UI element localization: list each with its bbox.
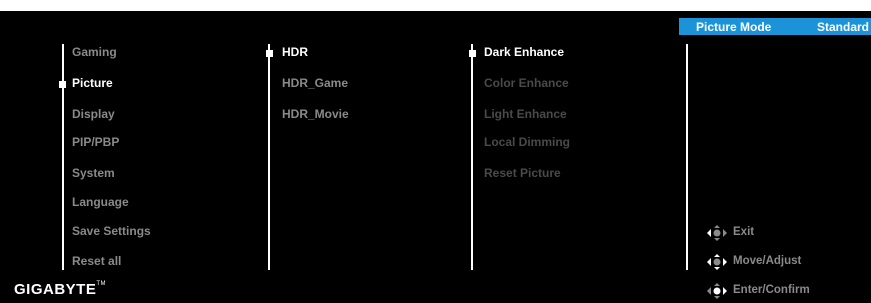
picture-mode-label: Picture Mode: [696, 20, 772, 34]
osd-menu: Picture Mode Standard Gaming Picture Dis…: [0, 11, 871, 303]
joystick-press-icon: [707, 283, 727, 299]
value-column-divider: [686, 44, 688, 270]
menu-item-display[interactable]: Display: [72, 107, 115, 121]
joystick-left-icon: [707, 225, 727, 241]
option-menu-divider: [471, 44, 473, 270]
menu-item-gaming[interactable]: Gaming: [72, 45, 117, 59]
picture-mode-value: Standard: [816, 20, 869, 34]
main-menu-divider: [62, 44, 64, 270]
menu-item-pip-pbp[interactable]: PIP/PBP: [72, 135, 119, 149]
main-menu-selection-marker: [59, 81, 66, 88]
option-item-reset-picture: Reset Picture: [484, 166, 561, 180]
menu-item-system[interactable]: System: [72, 166, 115, 180]
submenu-item-hdr[interactable]: HDR: [282, 45, 308, 59]
gigabyte-logo: GIGABYTETM: [14, 281, 107, 298]
picture-mode-bar: Picture Mode Standard: [679, 18, 871, 35]
hint-move-adjust-label: Move/Adjust: [733, 255, 802, 267]
sub-menu-selection-marker: [266, 50, 273, 57]
hint-enter-confirm-label: Enter/Confirm: [733, 284, 810, 296]
joystick-move-icon: [707, 254, 727, 270]
menu-item-reset-all[interactable]: Reset all: [72, 254, 121, 268]
submenu-item-hdr-game[interactable]: HDR_Game: [282, 76, 348, 90]
menu-item-language[interactable]: Language: [72, 195, 129, 209]
option-item-local-dimming: Local Dimming: [484, 135, 571, 149]
menu-item-picture[interactable]: Picture: [72, 76, 113, 90]
sub-menu-divider: [268, 44, 270, 270]
option-item-color-enhance: Color Enhance: [484, 76, 569, 90]
option-item-light-enhance: Light Enhance: [484, 107, 567, 121]
hint-exit-label: Exit: [733, 226, 755, 238]
submenu-item-hdr-movie[interactable]: HDR_Movie: [282, 107, 349, 121]
option-menu-selection-marker: [469, 50, 476, 57]
option-item-dark-enhance[interactable]: Dark Enhance: [484, 45, 564, 59]
menu-item-save-settings[interactable]: Save Settings: [72, 224, 151, 238]
